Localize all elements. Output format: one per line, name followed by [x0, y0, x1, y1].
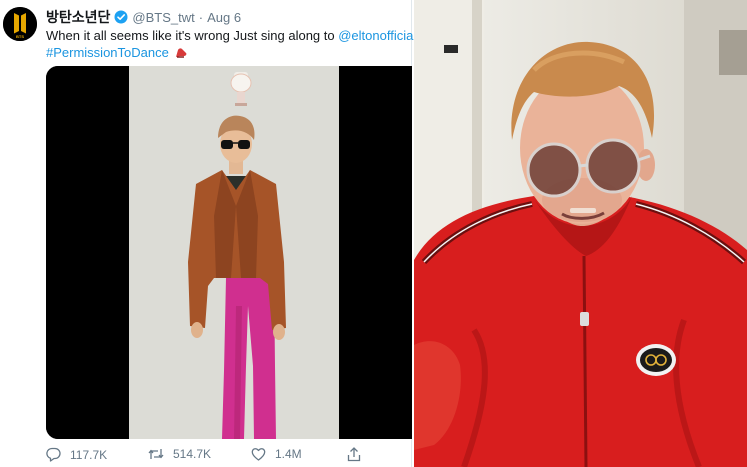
like-count: 1.4M — [275, 447, 302, 461]
avatar[interactable]: BTS — [3, 7, 37, 41]
tweet-date[interactable]: Aug 6 — [207, 10, 241, 25]
photo-image — [414, 0, 747, 467]
share-icon — [347, 447, 361, 462]
separator-dot: · — [198, 9, 204, 25]
tweet-body: When it all seems like it's wrong Just s… — [46, 28, 335, 43]
tweet-video[interactable] — [46, 66, 412, 439]
shoe-icon — [174, 46, 188, 62]
mention-link[interactable]: @eltonofficial — [338, 28, 416, 43]
display-name[interactable]: 방탄소년단 — [46, 7, 110, 27]
heart-icon — [251, 448, 266, 461]
retweet-icon — [148, 449, 164, 459]
verified-badge-icon — [114, 10, 128, 24]
elton-john-photo — [414, 0, 747, 467]
user-handle[interactable]: @BTS_twt — [132, 10, 194, 25]
bts-logo-icon: BTS — [3, 7, 37, 41]
retweet-count: 514.7K — [173, 447, 212, 461]
tweet-header: 방탄소년단 @BTS_twt · Aug 6 — [46, 8, 241, 26]
video-frame-image — [46, 66, 412, 439]
reply-count: 117.7K — [70, 447, 108, 462]
tweet-card: BTS 방탄소년단 @BTS_twt · Aug 6 When it all s… — [0, 0, 435, 467]
tweet-text-line-2: #PermissionToDance — [46, 45, 406, 62]
tweet-actions: 117.7K 514.7K 1.4M — [0, 447, 412, 467]
like-button[interactable]: 1.4M — [251, 447, 302, 461]
reply-icon — [46, 447, 61, 462]
tweet-text-line-1: When it all seems like it's wrong Just s… — [46, 28, 435, 45]
tweet-text: When it all seems like it's wrong Just s… — [46, 28, 435, 62]
hashtag-link[interactable]: #PermissionToDance — [46, 45, 169, 60]
retweet-button[interactable]: 514.7K — [148, 447, 211, 461]
share-button[interactable] — [347, 447, 361, 462]
avatar-brand-text: BTS — [16, 34, 24, 39]
reply-button[interactable]: 117.7K — [46, 447, 107, 462]
